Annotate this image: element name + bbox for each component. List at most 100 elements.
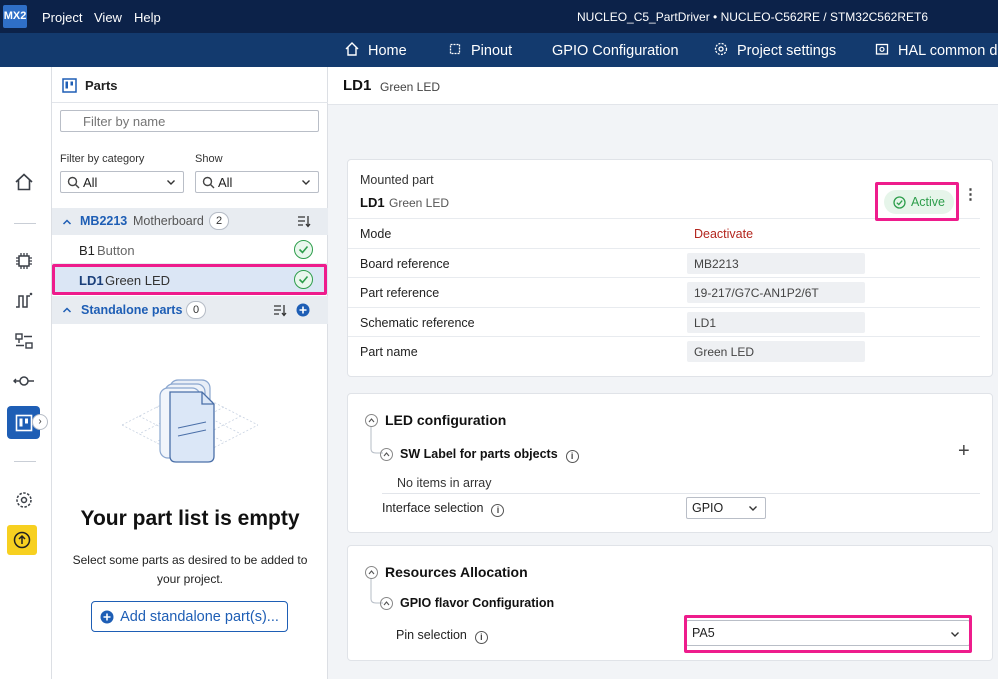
show-label: Show: [195, 153, 223, 165]
part-name: Green LED: [105, 273, 171, 288]
pin-select-value: PA5: [692, 626, 715, 640]
sort-icon[interactable]: [297, 215, 311, 228]
nav-pinout[interactable]: Pinout: [447, 33, 512, 67]
filter-by-name-input[interactable]: [60, 110, 319, 132]
prop-row-mode: Mode Deactivate: [348, 218, 980, 247]
gear-icon: [714, 42, 728, 56]
show-select-value: All: [218, 175, 233, 190]
menu-view[interactable]: View: [94, 10, 122, 25]
chevron-down-icon: [167, 180, 175, 185]
nav-project-settings[interactable]: Project settings: [713, 33, 836, 67]
rail-home-icon[interactable]: [12, 170, 36, 194]
chevron-up-icon[interactable]: [62, 217, 72, 227]
collapse-icon[interactable]: [365, 566, 378, 579]
add-standalone-parts-button[interactable]: Add standalone part(s)...: [91, 601, 288, 632]
group-count-badge: 2: [209, 212, 229, 230]
parts-title: Parts: [85, 78, 118, 93]
empty-documents-illustration: [122, 379, 258, 463]
interface-select-value: GPIO: [692, 501, 724, 515]
check-circle-icon: [893, 195, 906, 209]
info-icon[interactable]: i: [491, 503, 505, 517]
sw-label-text: SW Label for parts objects: [400, 447, 558, 461]
show-select[interactable]: All: [195, 171, 319, 193]
home-icon: [345, 42, 359, 56]
nav-hal-common[interactable]: HAL common de: [874, 33, 998, 67]
mounted-part-name: Green LED: [389, 196, 450, 210]
menu-project[interactable]: Project: [42, 10, 82, 25]
nav-home-label: Home: [368, 43, 407, 59]
parts-panel: Parts Filter by category Show All All MB…: [52, 67, 328, 679]
search-icon: [202, 176, 215, 189]
nav-settings-label: Project settings: [737, 43, 837, 59]
standalone-parts-row[interactable]: Standalone parts 0: [52, 296, 328, 324]
category-select[interactable]: All: [60, 171, 184, 193]
chevron-down-icon: [302, 180, 310, 185]
prop-row-part-reference: Part reference 19-217/G7C-AN1P2/6T: [348, 277, 980, 306]
deactivate-link[interactable]: Deactivate: [694, 227, 753, 241]
status-badge: Active: [884, 190, 954, 214]
info-icon[interactable]: i: [474, 630, 488, 644]
hal-icon: [875, 43, 889, 55]
prop-key: Part reference: [360, 286, 440, 300]
sort-icon[interactable]: [273, 304, 287, 317]
menu-help[interactable]: Help: [134, 10, 161, 25]
top-nav: Home Pinout GPIO Configuration Project s…: [0, 33, 998, 67]
rail-connection-icon[interactable]: [12, 369, 36, 393]
rail-expand-chevron-icon[interactable]: ›: [32, 414, 48, 430]
nav-gpio[interactable]: GPIO Configuration: [552, 33, 679, 67]
part-row-ld1[interactable]: LD1 Green LED: [52, 265, 328, 294]
standalone-label: Standalone parts: [81, 303, 183, 317]
search-icon: [67, 176, 80, 189]
interface-selection-text: Interface selection: [382, 501, 484, 515]
detail-header: LD1 Green LED: [328, 67, 998, 105]
chevron-up-icon[interactable]: [62, 305, 72, 315]
pin-selection-text: Pin selection: [396, 628, 467, 642]
add-plus-icon[interactable]: +: [958, 440, 970, 463]
rail-components-icon[interactable]: [12, 329, 36, 353]
pin-selection-label: Pin selection i: [396, 628, 488, 644]
check-circle-icon: [294, 270, 313, 289]
add-circle-icon[interactable]: [296, 303, 310, 317]
part-row-b1[interactable]: B1 Button: [52, 235, 328, 264]
info-icon[interactable]: i: [565, 449, 579, 463]
rail-signal-icon[interactable]: [12, 289, 36, 313]
rail-settings-icon[interactable]: [12, 488, 36, 512]
project-title: NUCLEO_C5_PartDriver • NUCLEO-C562RE / S…: [577, 10, 928, 24]
prop-key: Mode: [360, 227, 392, 241]
nav-home[interactable]: Home: [344, 33, 407, 67]
rail-divider: [14, 223, 36, 224]
collapse-icon[interactable]: [365, 414, 378, 427]
collapse-icon[interactable]: [380, 448, 393, 461]
group-type: Motherboard: [133, 214, 204, 228]
collapse-icon[interactable]: [380, 597, 393, 610]
empty-list-description: Select some parts as desired to be added…: [72, 553, 308, 586]
detail-title-id: LD1: [343, 77, 372, 94]
resources-allocation-card: Resources Allocation GPIO flavor Configu…: [347, 545, 993, 661]
part-name: Button: [97, 243, 135, 258]
standalone-count-badge: 0: [186, 301, 206, 319]
prop-value: MB2213: [687, 253, 865, 274]
left-rail: ›: [0, 67, 52, 679]
mounted-part-card: Mounted part LD1 Green LED Active ⋮ Mode…: [347, 159, 993, 377]
rail-upload-icon[interactable]: [7, 525, 37, 555]
nav-gpio-label: GPIO Configuration: [552, 43, 679, 59]
detail-title-name: Green LED: [380, 80, 441, 94]
chevron-down-icon: [951, 632, 959, 637]
more-options-icon[interactable]: ⋮: [963, 187, 978, 202]
group-row-mb2213[interactable]: MB2213 Motherboard 2: [52, 208, 328, 235]
prop-key: Schematic reference: [360, 316, 475, 330]
category-select-value: All: [83, 175, 98, 190]
interface-select[interactable]: GPIO: [686, 497, 766, 519]
rail-chip-icon[interactable]: [12, 249, 36, 273]
led-configuration-card: LED configuration SW Label for parts obj…: [347, 393, 993, 533]
mounted-part-label: Mounted part: [360, 173, 434, 187]
chevron-down-icon: [749, 506, 757, 511]
led-config-title: LED configuration: [385, 412, 507, 428]
no-items-text: No items in array: [397, 476, 492, 490]
add-standalone-label: Add standalone part(s)...: [120, 608, 279, 625]
prop-value: LD1: [687, 312, 865, 333]
add-circle-icon: [100, 610, 114, 623]
title-bar: MX2 Project View Help NUCLEO_C5_PartDriv…: [0, 0, 998, 33]
pin-select[interactable]: PA5: [686, 620, 970, 646]
mounted-part-id: LD1: [360, 195, 385, 210]
